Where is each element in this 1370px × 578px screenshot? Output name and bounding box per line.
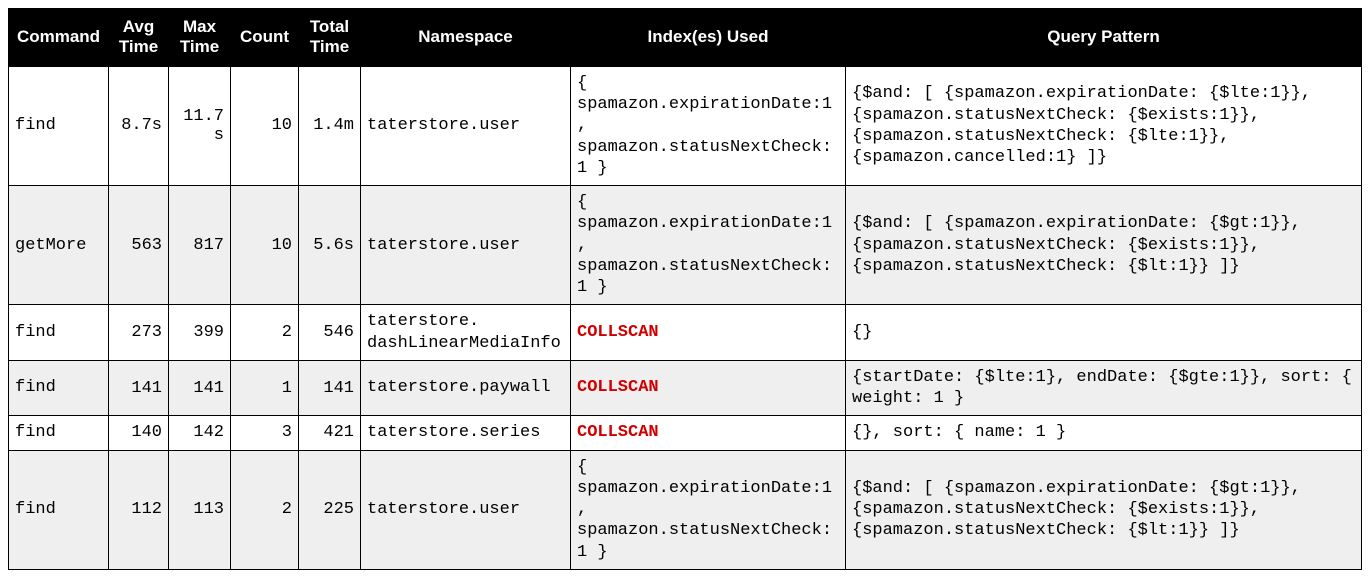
collscan-badge: COLLSCAN [577, 378, 659, 397]
cell-total-time: 5.6s [299, 186, 361, 305]
cell-query-pattern: {startDate: {$lte:1}, endDate: {$gte:1}}… [846, 360, 1362, 416]
table-row: find1121132225taterstore.user{ spamazon.… [9, 450, 1362, 569]
cell-avg-time: 140 [109, 416, 169, 450]
table-row: find2733992546taterstore. dashLinearMedi… [9, 305, 1362, 361]
cell-max-time: 399 [169, 305, 231, 361]
cell-indexes: { spamazon.expirationDate:1, spamazon.st… [571, 186, 846, 305]
cell-namespace: taterstore. dashLinearMediaInfo [361, 305, 571, 361]
cell-count: 2 [231, 305, 299, 361]
cell-query-pattern: {$and: [ {spamazon.expirationDate: {$gt:… [846, 450, 1362, 569]
col-namespace: Namespace [361, 9, 571, 67]
cell-query-pattern: {}, sort: { name: 1 } [846, 416, 1362, 450]
cell-indexes: { spamazon.expirationDate:1, spamazon.st… [571, 66, 846, 185]
cell-indexes: COLLSCAN [571, 360, 846, 416]
cell-namespace: taterstore.user [361, 66, 571, 185]
table-row: find8.7s11.7s101.4mtaterstore.user{ spam… [9, 66, 1362, 185]
cell-avg-time: 112 [109, 450, 169, 569]
cell-count: 10 [231, 186, 299, 305]
cell-command: find [9, 305, 109, 361]
cell-query-pattern: {$and: [ {spamazon.expirationDate: {$lte… [846, 66, 1362, 185]
cell-max-time: 141 [169, 360, 231, 416]
cell-indexes: COLLSCAN [571, 416, 846, 450]
cell-max-time: 113 [169, 450, 231, 569]
cell-indexes: { spamazon.expirationDate:1, spamazon.st… [571, 450, 846, 569]
cell-query-pattern: {$and: [ {spamazon.expirationDate: {$gt:… [846, 186, 1362, 305]
cell-indexes: COLLSCAN [571, 305, 846, 361]
cell-max-time: 142 [169, 416, 231, 450]
cell-namespace: taterstore.paywall [361, 360, 571, 416]
collscan-badge: COLLSCAN [577, 423, 659, 442]
col-query: Query Pattern [846, 9, 1362, 67]
cell-command: find [9, 66, 109, 185]
query-stats-table: Command Avg Time Max Time Count Total Ti… [8, 8, 1362, 570]
cell-total-time: 141 [299, 360, 361, 416]
collscan-badge: COLLSCAN [577, 323, 659, 342]
cell-total-time: 1.4m [299, 66, 361, 185]
cell-count: 2 [231, 450, 299, 569]
col-total-time: Total Time [299, 9, 361, 67]
cell-max-time: 817 [169, 186, 231, 305]
cell-command: find [9, 450, 109, 569]
cell-max-time: 11.7s [169, 66, 231, 185]
cell-avg-time: 273 [109, 305, 169, 361]
cell-avg-time: 8.7s [109, 66, 169, 185]
cell-command: getMore [9, 186, 109, 305]
table-row: getMore563817105.6staterstore.user{ spam… [9, 186, 1362, 305]
cell-namespace: taterstore.series [361, 416, 571, 450]
col-count: Count [231, 9, 299, 67]
col-indexes: Index(es) Used [571, 9, 846, 67]
cell-total-time: 225 [299, 450, 361, 569]
cell-count: 3 [231, 416, 299, 450]
col-command: Command [9, 9, 109, 67]
cell-query-pattern: {} [846, 305, 1362, 361]
cell-total-time: 421 [299, 416, 361, 450]
cell-namespace: taterstore.user [361, 186, 571, 305]
cell-count: 1 [231, 360, 299, 416]
cell-command: find [9, 416, 109, 450]
col-avg-time: Avg Time [109, 9, 169, 67]
cell-total-time: 546 [299, 305, 361, 361]
table-header-row: Command Avg Time Max Time Count Total Ti… [9, 9, 1362, 67]
table-row: find1411411141taterstore.paywallCOLLSCAN… [9, 360, 1362, 416]
cell-command: find [9, 360, 109, 416]
table-row: find1401423421taterstore.series COLLSCAN {… [9, 416, 1362, 450]
cell-avg-time: 141 [109, 360, 169, 416]
col-max-time: Max Time [169, 9, 231, 67]
cell-avg-time: 563 [109, 186, 169, 305]
cell-namespace: taterstore.user [361, 450, 571, 569]
cell-count: 10 [231, 66, 299, 185]
